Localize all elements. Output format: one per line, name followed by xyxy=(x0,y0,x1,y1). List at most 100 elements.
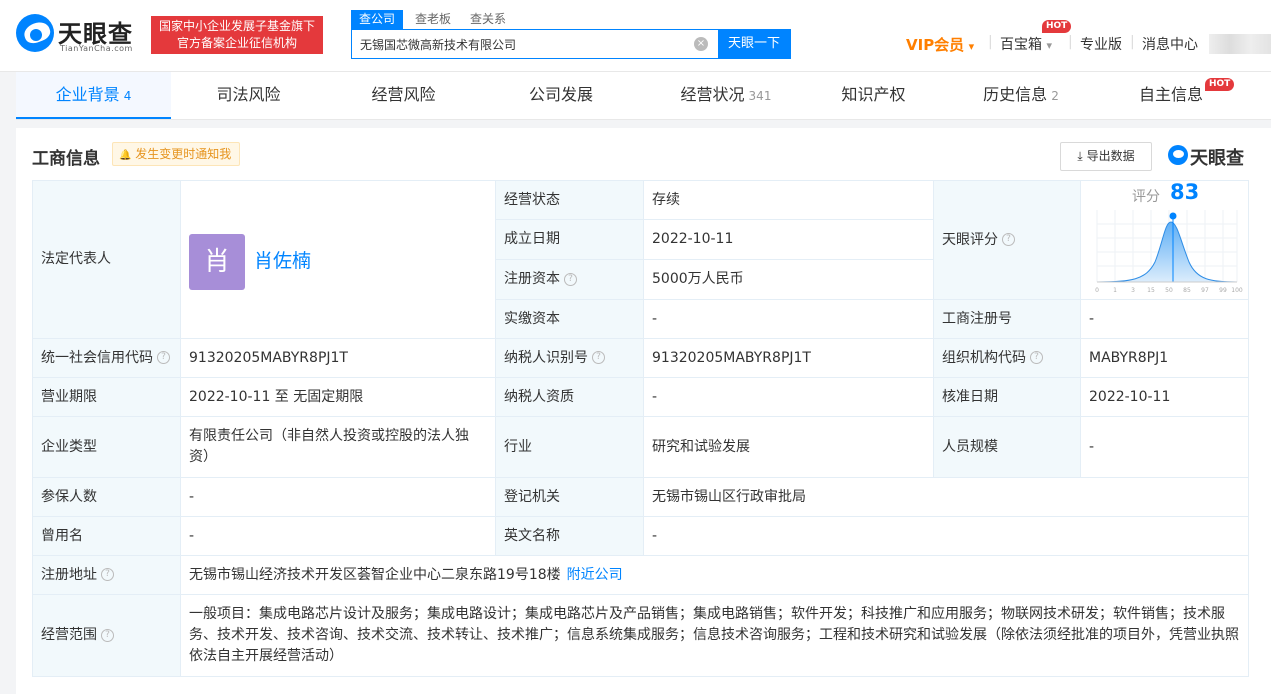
svg-text:15: 15 xyxy=(1147,287,1155,294)
tab-label: 历史信息 xyxy=(983,85,1048,104)
address-label: 注册地址? xyxy=(32,555,181,595)
tab-history[interactable]: 历史信息 2 xyxy=(936,72,1106,119)
help-icon[interactable]: ? xyxy=(564,272,577,286)
search-tab-company[interactable]: 查公司 xyxy=(351,10,404,29)
avatar[interactable]: 肖 xyxy=(189,233,245,290)
section-title: 工商信息 xyxy=(32,149,100,169)
business-info-panel: 工商信息 🔔 发生变更时通知我 ⤓ 导出数据 天眼查 法定代表人 肖 肖佐楠 经… xyxy=(16,128,1271,694)
search-tab-boss[interactable]: 查老板 xyxy=(407,10,459,29)
taxpayer-id-label: 纳税人识别号? xyxy=(495,338,644,378)
site-logo[interactable]: 天眼查 TianYanCha.com xyxy=(16,14,142,58)
svg-text:1: 1 xyxy=(1113,287,1117,294)
credit-code-text: 统一社会信用代码 xyxy=(41,349,153,366)
legal-rep-name-link[interactable]: 肖佐楠 xyxy=(254,250,311,272)
org-code-value: MABYR8PJ1 xyxy=(1080,338,1249,378)
svg-text:85: 85 xyxy=(1183,287,1191,294)
help-icon[interactable]: ? xyxy=(157,351,170,364)
score-cell-label: 天眼评分 xyxy=(942,231,998,248)
search-tab-relation[interactable]: 查关系 xyxy=(462,10,514,29)
score-widget[interactable]: 评分 83 0 1 3 15 50 85 97 99 100 xyxy=(1085,179,1244,298)
tab-operating-status[interactable]: 经营状况 341 xyxy=(641,72,811,119)
scope-label: 经营范围? xyxy=(32,594,181,677)
eye-logo-icon xyxy=(1168,145,1188,165)
notify-on-change-button[interactable]: 🔔 发生变更时通知我 xyxy=(112,142,241,166)
address-value: 无锡市锡山经济技术开发区荟智企业中心二泉东路19号18楼 xyxy=(189,566,561,583)
industry-label: 行业 xyxy=(495,416,644,478)
download-icon: ⤓ xyxy=(1077,149,1083,163)
search-button[interactable]: 天眼一下 xyxy=(718,30,790,58)
scope-value: 一般项目：集成电路芯片设计及服务；集成电路设计；集成电路芯片及产品销售；集成电路… xyxy=(180,594,1249,677)
help-icon[interactable]: ? xyxy=(1002,233,1015,246)
table-row: 经营范围? 一般项目：集成电路芯片设计及服务；集成电路设计；集成电路芯片及产品销… xyxy=(32,594,1249,677)
term-label: 营业期限 xyxy=(32,377,181,417)
table-row: 企业类型 有限责任公司（非自然人投资或控股的法人独资） 行业 研究和试验发展 人… xyxy=(32,416,1249,478)
taxpayer-qual-label: 纳税人资质 xyxy=(495,377,644,417)
company-type-label: 企业类型 xyxy=(32,416,181,478)
tab-count: 4 xyxy=(123,89,132,103)
vip-link[interactable]: VIP会员 ▾ xyxy=(906,34,974,55)
nav-divider: | xyxy=(1130,34,1135,50)
badge-line-1: 国家中小企业发展子基金旗下 xyxy=(158,19,315,33)
insured-value: - xyxy=(180,477,496,517)
table-row: 统一社会信用代码? 91320205MABYR8PJ1T 纳税人识别号? 913… xyxy=(32,338,1249,378)
found-date-label: 成立日期 xyxy=(495,219,644,260)
reg-capital-value: 5000万人民币 xyxy=(643,259,934,300)
help-icon[interactable]: ? xyxy=(101,628,114,642)
score-cell: 评分 83 0 1 3 15 50 85 97 99 100 xyxy=(1080,179,1249,300)
user-avatar[interactable] xyxy=(1209,34,1271,54)
clear-icon[interactable]: × xyxy=(694,37,708,51)
svg-text:97: 97 xyxy=(1201,287,1209,294)
help-icon[interactable]: ? xyxy=(1030,351,1043,364)
score-value: 83 xyxy=(1170,179,1200,204)
logo-subtext: TianYanCha.com xyxy=(60,44,133,53)
tab-operating-risk[interactable]: 经营风险 xyxy=(326,72,481,119)
taxpayer-id-text: 纳税人识别号 xyxy=(504,349,588,366)
baibao-label: 百宝箱 xyxy=(1000,37,1042,53)
eye-logo-icon xyxy=(16,14,54,52)
credit-code-value: 91320205MABYR8PJ1T xyxy=(180,338,496,378)
help-icon[interactable]: ? xyxy=(592,351,605,364)
former-name-label: 曾用名 xyxy=(32,516,181,556)
tab-label: 自主信息 xyxy=(1138,85,1203,104)
paid-capital-value: - xyxy=(643,299,934,339)
search-input[interactable] xyxy=(352,30,720,58)
score-axis-ticks: 0 1 3 15 50 85 97 99 100 xyxy=(1095,287,1243,294)
company-type-value: 有限责任公司（非自然人投资或控股的法人独资） xyxy=(180,416,496,478)
tab-judicial-risk[interactable]: 司法风险 xyxy=(171,72,326,119)
table-row: 注册地址? 无锡市锡山经济技术开发区荟智企业中心二泉东路19号18楼 附近公司 xyxy=(32,555,1249,595)
staff-size-label: 人员规模 xyxy=(933,416,1081,478)
legal-rep-cell: 肖 肖佐楠 xyxy=(180,180,496,339)
status-value: 存续 xyxy=(643,180,934,220)
score-label-cell: 天眼评分? xyxy=(933,180,1081,300)
tab-label: 司法风险 xyxy=(216,85,281,104)
address-text: 注册地址 xyxy=(41,566,97,583)
approve-date-value: 2022-10-11 xyxy=(1080,377,1249,417)
org-code-label: 组织机构代码? xyxy=(933,338,1081,378)
org-code-text: 组织机构代码 xyxy=(942,349,1026,366)
tab-label: 经营状况 xyxy=(680,85,745,104)
english-name-label: 英文名称 xyxy=(495,516,644,556)
baibao-menu[interactable]: 百宝箱 ▾ xyxy=(1000,34,1052,54)
pro-version-link[interactable]: 专业版 xyxy=(1080,34,1122,54)
tab-enterprise-background[interactable]: 企业背景 4 xyxy=(16,72,171,119)
chevron-down-icon: ▾ xyxy=(968,40,975,53)
panel-logo-text: 天眼查 xyxy=(1190,148,1244,169)
authority-value: 无锡市锡山区行政审批局 xyxy=(643,477,1249,517)
badge-line-2: 官方备案企业征信机构 xyxy=(176,36,297,50)
biz-reg-no-label: 工商注册号 xyxy=(933,299,1081,339)
paid-capital-label: 实缴资本 xyxy=(495,299,644,339)
svg-text:99: 99 xyxy=(1219,287,1227,294)
help-icon[interactable]: ? xyxy=(101,568,114,581)
tab-intellectual-property[interactable]: 知识产权 xyxy=(811,72,936,119)
biz-reg-no-value: - xyxy=(1080,299,1249,339)
nearby-companies-link[interactable]: 附近公司 xyxy=(567,567,623,583)
tab-company-development[interactable]: 公司发展 xyxy=(481,72,641,119)
table-row: 法定代表人 肖 肖佐楠 经营状态 存续 天眼评分? 评分 83 0 1 3 15… xyxy=(32,180,1249,339)
search-box: × 天眼一下 xyxy=(351,29,791,59)
address-cell: 无锡市锡山经济技术开发区荟智企业中心二泉东路19号18楼 附近公司 xyxy=(180,555,1249,595)
message-center-link[interactable]: 消息中心 xyxy=(1142,34,1198,54)
top-header: 天眼查 TianYanCha.com 国家中小企业发展子基金旗下 官方备案企业征… xyxy=(0,0,1271,72)
svg-text:100: 100 xyxy=(1231,287,1243,294)
english-name-value: - xyxy=(643,516,1249,556)
export-data-button[interactable]: ⤓ 导出数据 xyxy=(1060,142,1152,171)
